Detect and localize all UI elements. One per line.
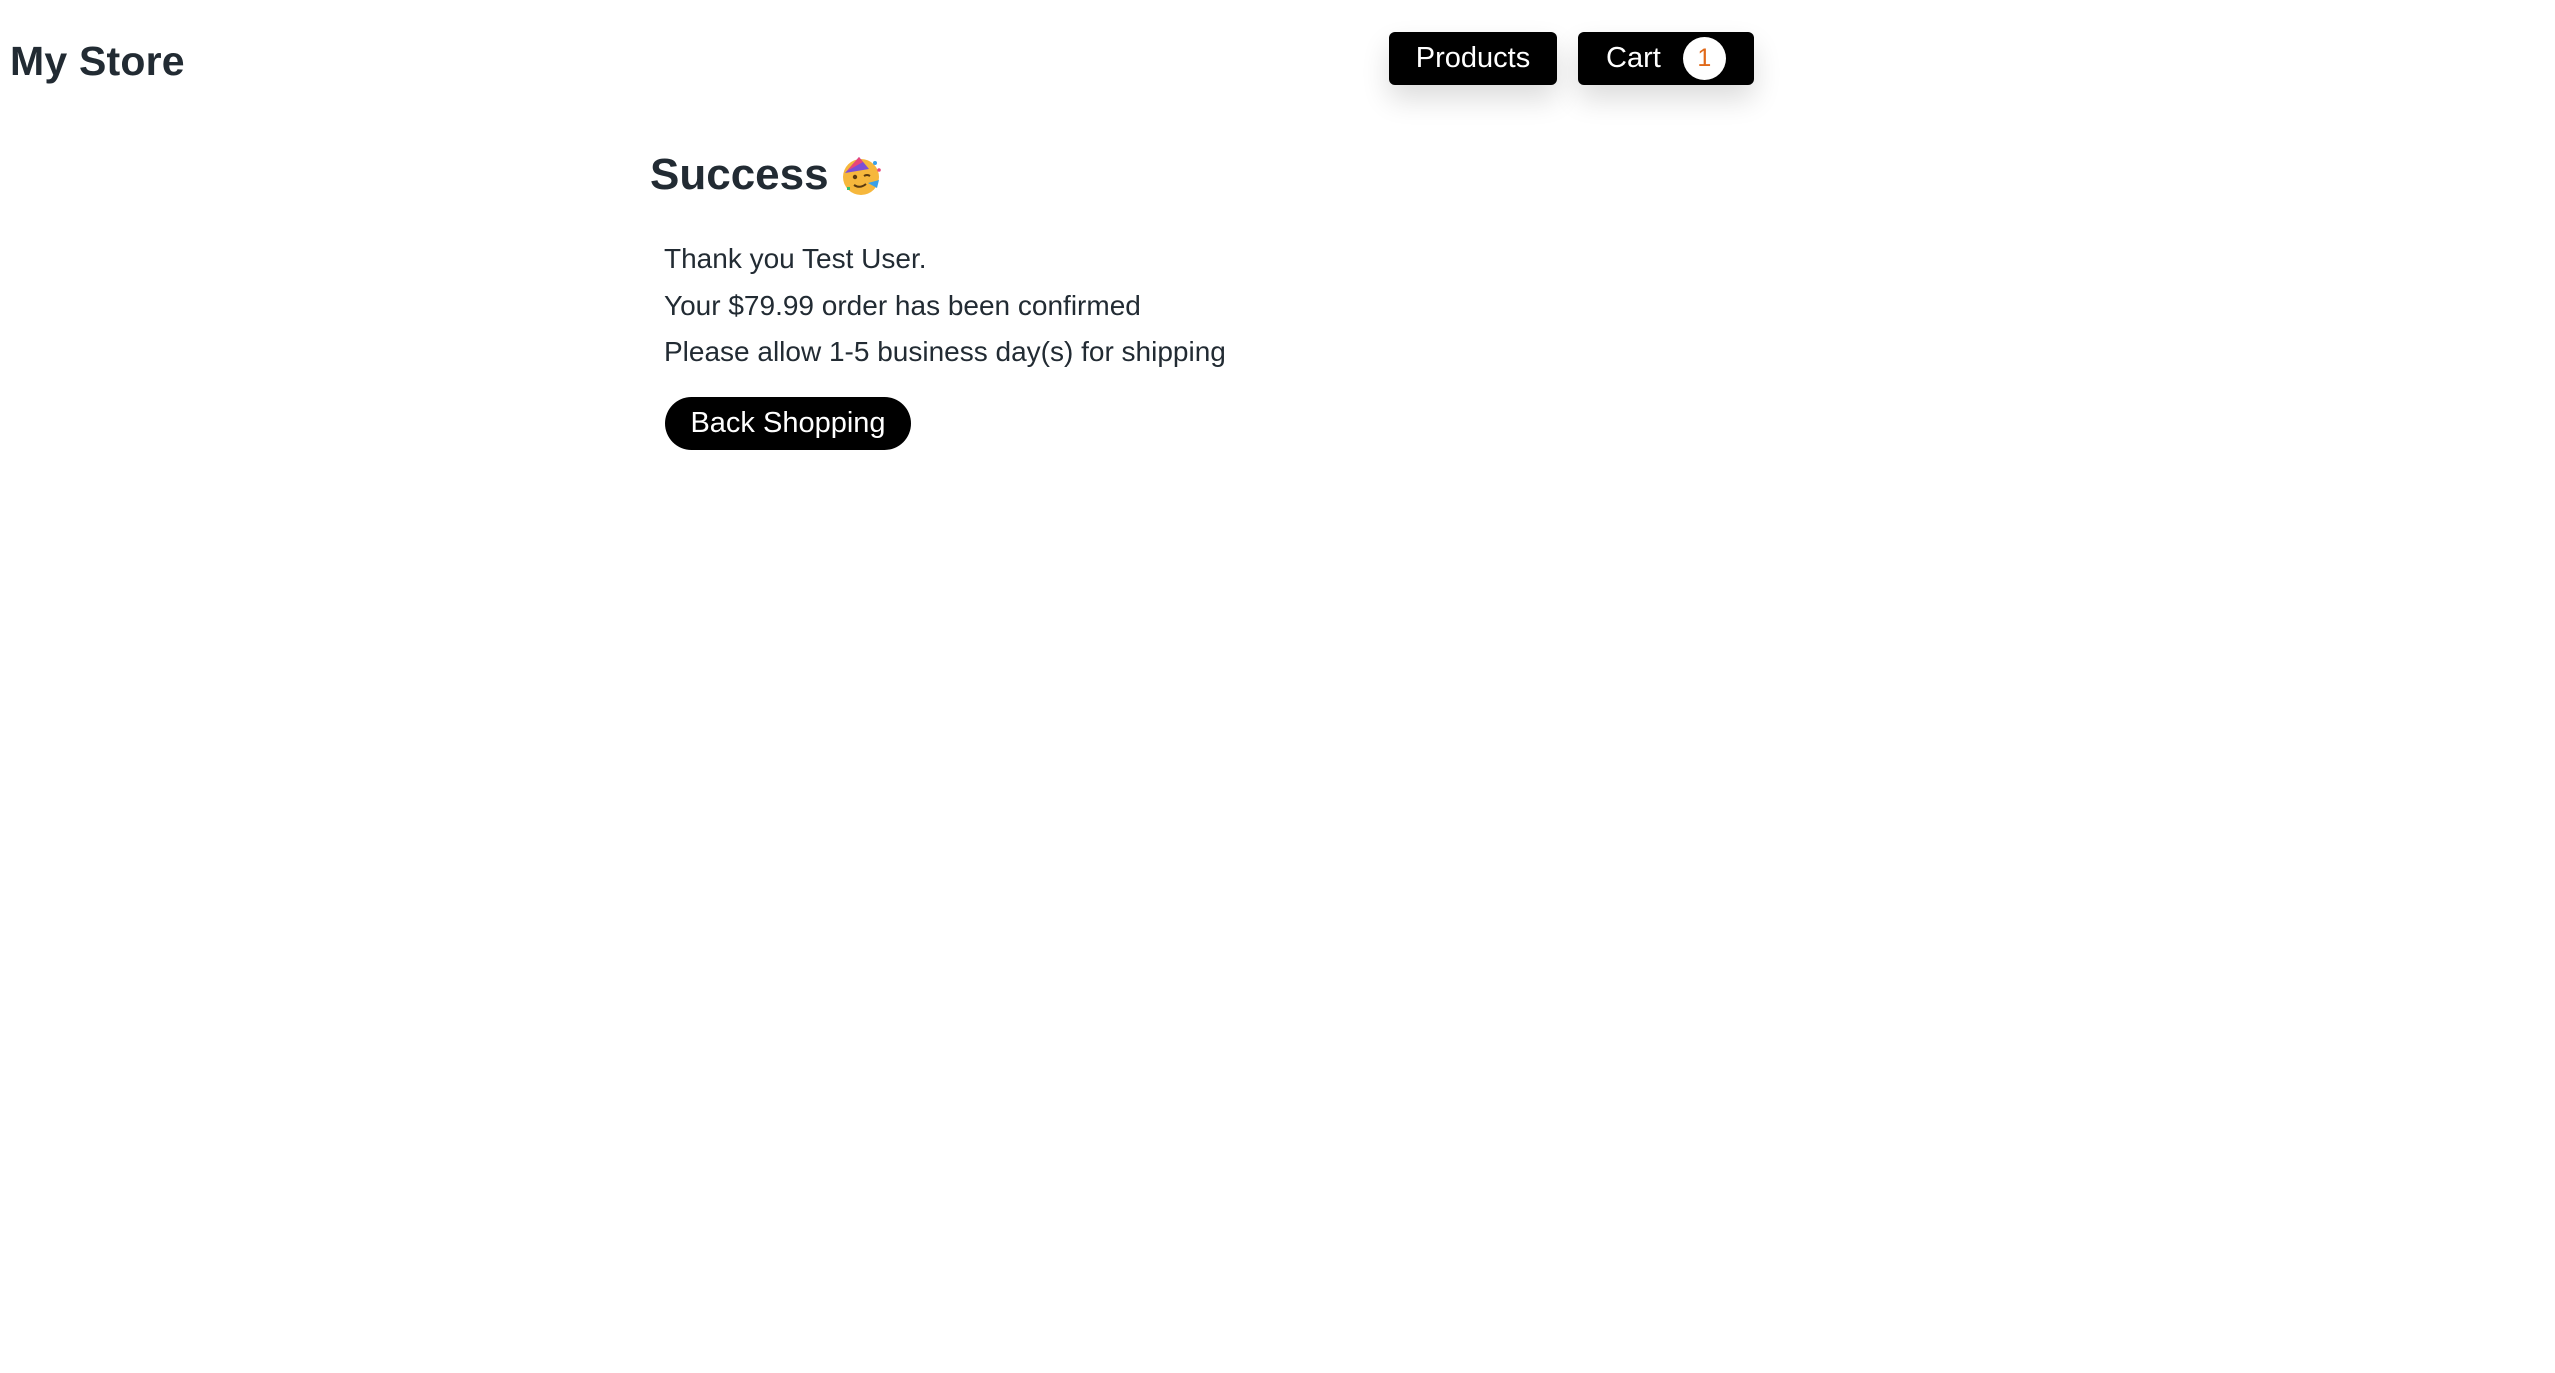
cart-count-badge: 1	[1682, 37, 1726, 80]
cart-button-label: Cart	[1606, 42, 1661, 74]
order-confirmed-text: Your $79.99 order has been confirmed	[664, 289, 1141, 321]
top-nav: Products Cart 1	[1389, 32, 1754, 85]
thank-you-text: Thank you Test User.	[664, 243, 927, 274]
store-logo-text[interactable]: My Store	[10, 38, 185, 85]
products-button-label: Products	[1415, 42, 1531, 74]
partying-face-icon	[839, 153, 883, 197]
back-shopping-button[interactable]: Back Shopping	[665, 396, 911, 450]
products-button[interactable]: Products	[1389, 32, 1557, 85]
confirmation-message: Thank you Test User. Your $79.99 order h…	[664, 236, 1226, 376]
success-heading: Success	[650, 150, 1226, 200]
page-title: Success	[650, 150, 829, 199]
shipping-info-text: Please allow 1-5 business day(s) for shi…	[664, 336, 1226, 367]
page: My Store Products Cart 1 Success Thank y…	[0, 0, 2555, 1373]
cart-button[interactable]: Cart 1	[1578, 32, 1754, 85]
success-panel: Success Thank you Test User. Your $79.99…	[650, 150, 1226, 450]
back-shopping-label: Back Shopping	[690, 406, 886, 439]
